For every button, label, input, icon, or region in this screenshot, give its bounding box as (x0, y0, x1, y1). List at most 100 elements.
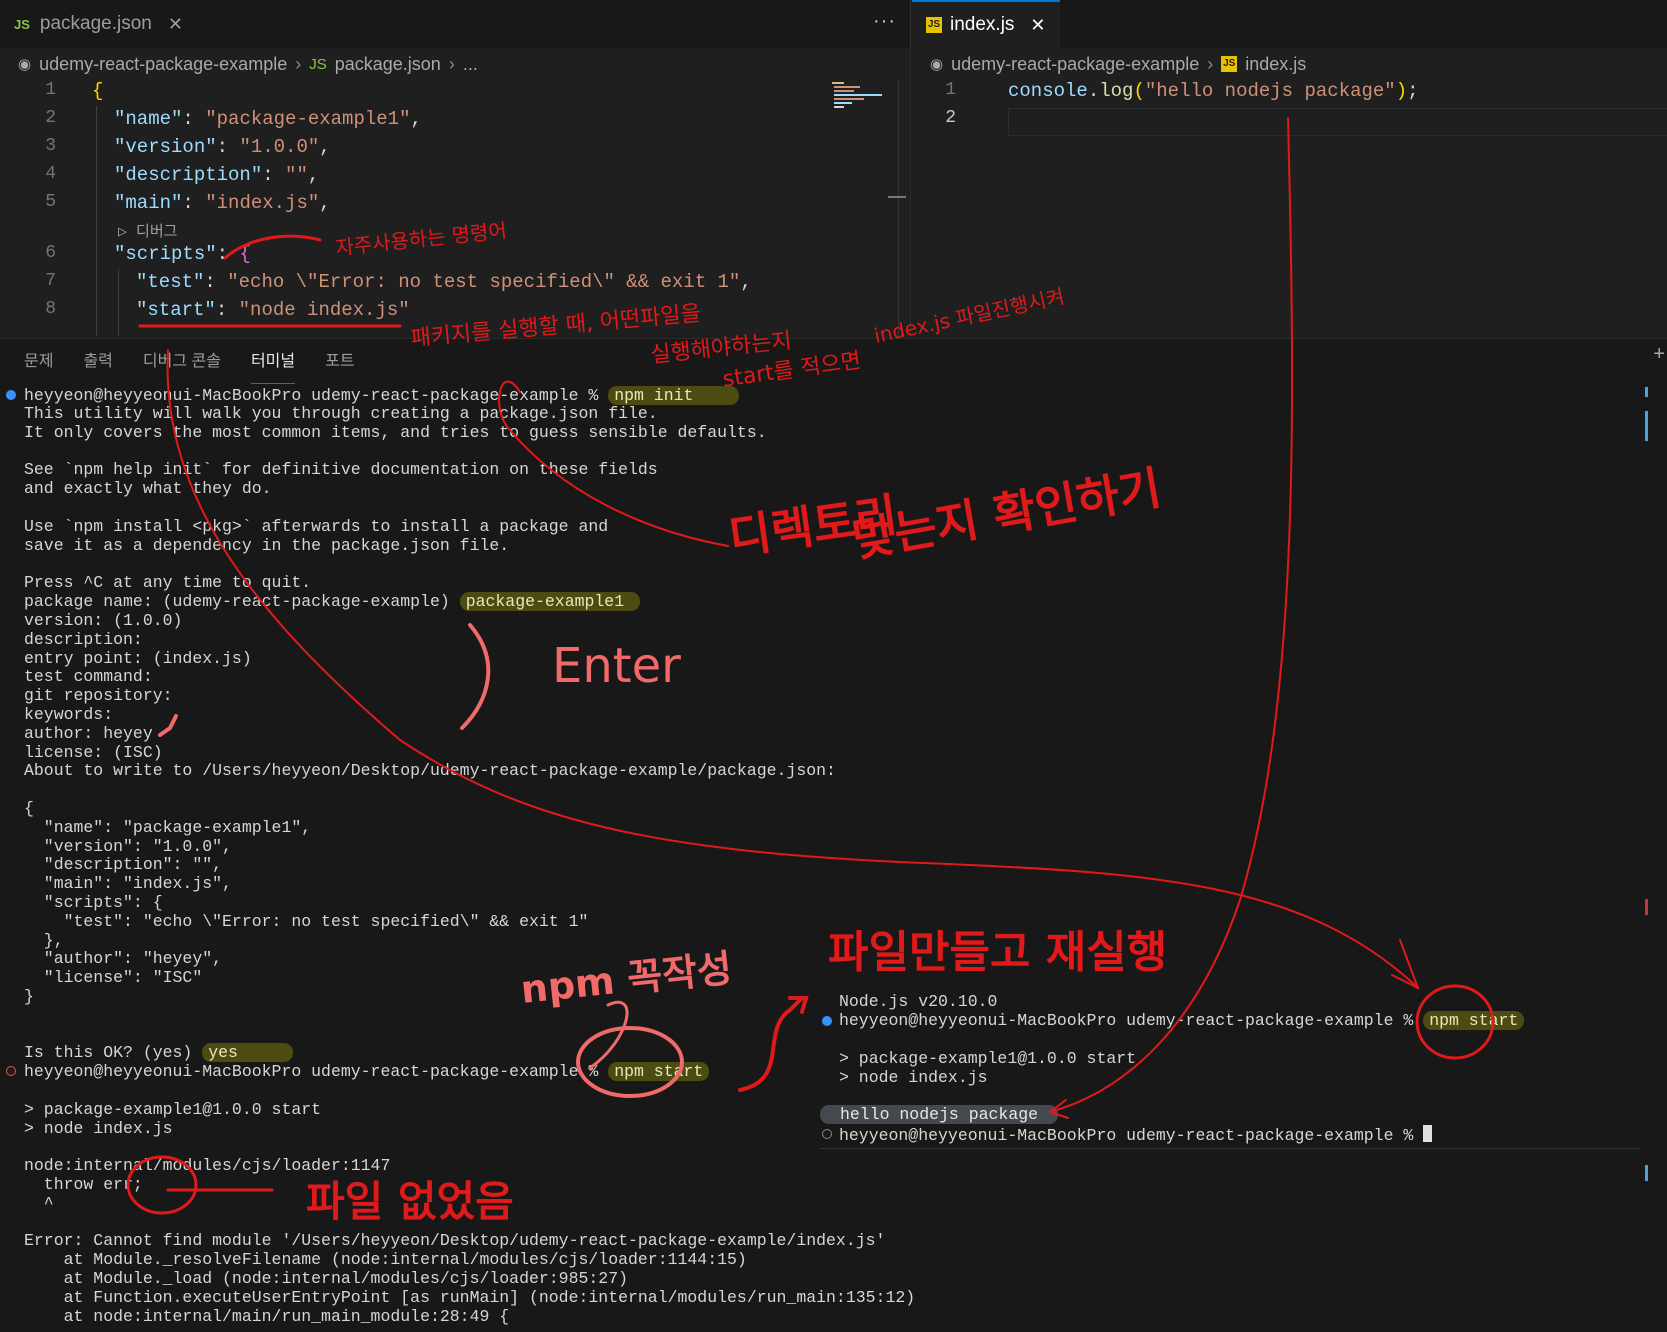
line-number: 8 (45, 299, 56, 319)
npm-init-command: npm init (608, 386, 740, 405)
terminal-scrollbar[interactable] (1645, 1165, 1648, 1181)
line-number: 5 (45, 192, 56, 212)
terminal-line: Error: Cannot find module '/Users/heyyeo… (24, 1231, 886, 1251)
terminal-line: Press ^C at any time to quit. (24, 573, 312, 593)
terminal-line: > package-example1@1.0.0 start (24, 1099, 322, 1119)
minimap[interactable] (832, 82, 884, 110)
breadcrumb-item[interactable]: udemy-react-package-example (39, 54, 287, 75)
terminal-output: > package-example1@1.0.0 start > node ind… (839, 1031, 1136, 1106)
terminal-line: About to write to /Users/heyyeon/Desktop… (24, 761, 836, 781)
breadcrumb-item[interactable]: udemy-react-package-example (951, 54, 1199, 75)
annotation-create-and-rerun: 파일만들고 재실행 (828, 927, 1168, 978)
program-output: hello nodejs package (820, 1105, 1059, 1125)
breadcrumb-item[interactable]: ... (463, 54, 478, 75)
terminal-line: "description": "", (24, 855, 223, 875)
code-line: "description": "", (114, 164, 320, 186)
close-icon[interactable]: ✕ (168, 14, 183, 35)
terminal-line: description: (24, 629, 143, 649)
annotation-no-file: 파일 없었음 (306, 1177, 514, 1226)
terminal-line: and exactly what they do. (24, 479, 272, 499)
line-number: 7 (45, 271, 56, 291)
line-number: 4 (45, 164, 56, 184)
breadcrumb-item[interactable]: index.js (1245, 54, 1306, 75)
tab-problems[interactable]: 문제 (24, 347, 53, 383)
index-js-editor: JS index.js ✕ ◉ udemy-react-package-exam… (912, 0, 1667, 336)
close-icon[interactable]: ✕ (1030, 15, 1045, 36)
terminal-line: "version": "1.0.0", (24, 836, 232, 856)
terminal-scrollbar[interactable] (1645, 411, 1648, 441)
json-file-icon: JS (309, 55, 327, 73)
terminal-line: "scripts": { (24, 892, 163, 912)
terminal-line: license: (ISC) (24, 742, 163, 762)
tab-ports[interactable]: 포트 (325, 347, 354, 383)
terminal-line: at Function.executeUserEntryPoint [as ru… (24, 1287, 916, 1307)
code-line: "scripts": { (114, 243, 251, 265)
terminal-line: test command: (24, 667, 153, 687)
command-status-dot (822, 1016, 832, 1026)
terminal-prompt-line: Is this OK? (yes) yes (24, 1043, 294, 1063)
terminal-line: This utility will walk you through creat… (24, 404, 658, 423)
folder-icon: ◉ (930, 56, 944, 73)
tab-debug-console[interactable]: 디버그 콘솔 (143, 347, 221, 383)
terminal-line: keywords: (24, 704, 114, 724)
new-terminal-icon[interactable]: + (1653, 343, 1665, 366)
breadcrumb-item[interactable]: package.json (335, 54, 441, 75)
terminal-line: { (24, 798, 34, 818)
terminal-line: save it as a dependency in the package.j… (24, 535, 510, 555)
terminal-scrollbar[interactable] (1645, 387, 1648, 397)
tab-output[interactable]: 출력 (83, 347, 112, 383)
terminal-line: "test": "echo \"Error: no test specified… (24, 911, 589, 931)
terminal-prompt-line: heyyeon@heyyeonui-MacBookPro udemy-react… (839, 1011, 1525, 1031)
terminal-line: Use `npm install <pkg>` afterwards to in… (24, 516, 609, 536)
js-file-icon: JS (926, 17, 942, 33)
editor-tab-bar: JS package.json ✕ ··· (0, 0, 910, 48)
code-line: "version": "1.0.0", (114, 136, 331, 158)
code-line: console.log("hello nodejs package"); (1008, 80, 1419, 102)
json-file-icon: JS (14, 16, 30, 32)
terminal-line: author: heyey (24, 723, 153, 743)
terminal-prompt-line[interactable]: heyyeon@heyyeonui-MacBookPro udemy-react… (839, 1125, 1433, 1146)
terminal-prompt-line: heyyeon@heyyeonui-MacBookPro udemy-react… (24, 386, 740, 406)
code-line: "test": "echo \"Error: no test specified… (136, 271, 752, 293)
chevron-right-icon: › (295, 53, 302, 74)
panel-tabs: 문제 출력 디버그 콘솔 터미널 포트 (24, 347, 355, 384)
debug-codelens[interactable]: ▷ 디버그 (118, 220, 177, 241)
terminal-line: git repository: (24, 686, 173, 706)
chevron-right-icon: › (1207, 53, 1214, 74)
npm-start-command: npm start (608, 1062, 710, 1081)
code-line: "name": "package-example1", (114, 108, 422, 130)
code-line: "main": "index.js", (114, 192, 331, 214)
js-file-icon: JS (1221, 56, 1238, 72)
line-number: 1 (45, 80, 56, 100)
line-number: 1 (945, 80, 956, 100)
node-version: Node.js v20.10.0 (839, 992, 998, 1011)
terminal-output: This utility will walk you through creat… (24, 404, 767, 593)
idle-status-dot (822, 1129, 832, 1139)
breadcrumb: ◉ udemy-react-package-example › JS index… (912, 50, 1667, 78)
ok-answer: yes (202, 1043, 294, 1062)
line-number: 2 (945, 108, 956, 128)
command-status-dot (6, 390, 16, 400)
terminal-line: version: (1.0.0) (24, 611, 183, 630)
more-actions-icon[interactable]: ··· (873, 10, 896, 33)
terminal-line: See `npm help init` for definitive docum… (24, 460, 658, 480)
error-marker (1645, 899, 1648, 915)
terminal-line: "name": "package-example1", (24, 817, 312, 837)
code-line: "start": "node index.js" (136, 299, 410, 321)
terminal-line: entry point: (index.js) (24, 648, 252, 668)
current-line-highlight (1008, 108, 1667, 136)
editor-scrollbar[interactable] (898, 80, 899, 336)
terminal-line: at node:internal/main/run_main_module:28… (24, 1306, 510, 1326)
terminal-line: > package-example1@1.0.0 start (839, 1048, 1137, 1068)
tab-package-json[interactable]: JS package.json ✕ (0, 0, 197, 48)
indent-guide (96, 106, 97, 336)
tab-terminal[interactable]: 터미널 (250, 347, 296, 384)
tab-index-js[interactable]: JS index.js ✕ (912, 0, 1060, 48)
terminal-line: "main": "index.js", (24, 874, 232, 894)
npm-start-command: npm start (1423, 1011, 1525, 1030)
